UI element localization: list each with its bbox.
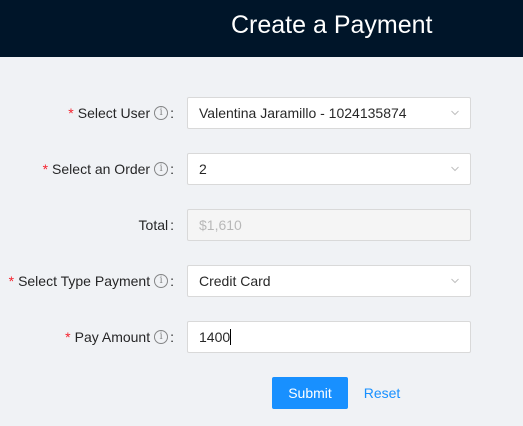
submit-button[interactable]: Submit [272, 377, 348, 409]
order-label: * Select an Order i : [43, 153, 174, 185]
info-icon[interactable]: i [154, 274, 169, 288]
form-row-amount: * Pay Amount i : 1400 [0, 321, 523, 353]
page-title: Create a Payment [231, 11, 433, 39]
form-row-payment-type: * Select Type Payment i : Credit Card [0, 265, 523, 297]
label-colon: : [170, 329, 174, 345]
form-row-total: Total : $1,610 [0, 209, 523, 241]
amount-input-value: 1400 [199, 329, 231, 345]
info-icon[interactable]: i [154, 162, 169, 176]
user-label-text: Select User [77, 105, 151, 121]
total-field: $1,610 [187, 209, 471, 241]
payment-type-select[interactable]: Credit Card [187, 265, 471, 297]
required-mark: * [68, 105, 74, 121]
payment-type-label-text: Select Type Payment [18, 273, 151, 289]
required-mark: * [65, 329, 71, 345]
total-value: $1,610 [199, 217, 242, 233]
chevron-down-icon [451, 166, 459, 172]
info-icon[interactable]: i [154, 106, 169, 120]
order-label-text: Select an Order [52, 161, 151, 177]
reset-button[interactable]: Reset [356, 377, 408, 409]
payment-type-select-value: Credit Card [199, 273, 271, 289]
total-label-text: Total [138, 217, 169, 233]
user-select-value: Valentina Jaramillo - 1024135874 [199, 105, 407, 121]
chevron-down-icon [451, 278, 459, 284]
amount-label-text: Pay Amount [74, 329, 151, 345]
amount-label: * Pay Amount i : [65, 321, 174, 353]
payment-type-label: * Select Type Payment i : [9, 265, 174, 297]
order-select[interactable]: 2 [187, 153, 471, 185]
label-colon: : [170, 217, 174, 233]
label-colon: : [170, 161, 174, 177]
order-select-value: 2 [199, 161, 207, 177]
label-colon: : [170, 105, 174, 121]
user-label: * Select User i : [68, 97, 174, 129]
text-cursor [230, 329, 232, 346]
required-mark: * [42, 161, 49, 177]
total-label: Total : [139, 209, 174, 241]
form-row-user: * Select User i : Valentina Jaramillo - … [0, 97, 523, 129]
page-header: Create a Payment [0, 0, 523, 57]
form-row-order: * Select an Order i : 2 [0, 153, 523, 185]
info-icon[interactable]: i [154, 330, 169, 344]
label-colon: : [170, 273, 174, 289]
amount-input[interactable]: 1400 [187, 321, 471, 353]
required-mark: * [8, 273, 15, 289]
user-select[interactable]: Valentina Jaramillo - 1024135874 [187, 97, 471, 129]
chevron-down-icon [451, 110, 459, 116]
